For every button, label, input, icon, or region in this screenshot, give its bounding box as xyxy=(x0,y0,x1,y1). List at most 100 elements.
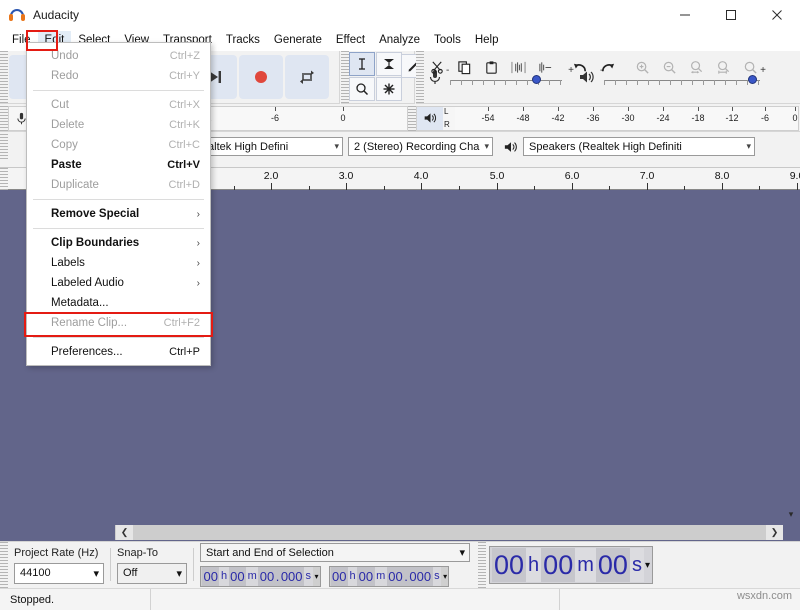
fit-project-button[interactable] xyxy=(710,58,736,82)
chevron-left-icon[interactable]: ❮ xyxy=(116,525,133,540)
position-minutes: 00 xyxy=(541,548,575,582)
zoom-toggle-button[interactable] xyxy=(737,58,763,82)
menu-item-cut[interactable]: Cut Ctrl+X xyxy=(27,95,210,115)
loop-button[interactable] xyxy=(285,55,329,99)
status-message: Stopped. xyxy=(0,594,150,606)
menu-analyze[interactable]: Analyze xyxy=(372,31,427,50)
trim-audio-button[interactable] xyxy=(505,58,531,82)
menu-tools[interactable]: Tools xyxy=(427,31,468,50)
minimize-icon[interactable] xyxy=(662,0,708,30)
menu-item-copy[interactable]: Copy Ctrl+C xyxy=(27,135,210,155)
paste-button[interactable] xyxy=(478,58,504,82)
playback-meter-label-4: -30 xyxy=(621,113,634,123)
selection-toolbar-grip[interactable] xyxy=(0,542,8,589)
selection-mode-select[interactable]: Start and End of Selection ▾ xyxy=(200,543,470,562)
chevron-down-icon: ▾ xyxy=(93,567,99,580)
menu-item-paste[interactable]: Paste Ctrl+V xyxy=(27,155,210,175)
menu-item-labels[interactable]: Labels › xyxy=(27,253,210,273)
menu-item-rename-clip[interactable]: Rename Clip... Ctrl+F2 xyxy=(27,313,210,333)
playback-meter-grip[interactable] xyxy=(408,106,416,131)
horizontal-scrollbar-track[interactable] xyxy=(115,525,783,540)
selection-end-time[interactable]: 00 h 00 m 00 . 000 s ▾ xyxy=(329,566,450,587)
chevron-down-icon[interactable]: ▾ xyxy=(313,572,319,581)
silence-icon xyxy=(537,60,554,80)
menu-generate[interactable]: Generate xyxy=(267,31,329,50)
envelope-tool[interactable] xyxy=(376,52,402,76)
menu-item-delete-shortcut: Ctrl+K xyxy=(169,119,200,131)
maximize-icon[interactable] xyxy=(708,0,754,30)
menu-item-clip-boundaries[interactable]: Clip Boundaries › xyxy=(27,233,210,253)
tools-toolbar-grip[interactable] xyxy=(341,51,349,103)
zoom-in-icon xyxy=(635,60,650,80)
playback-meter-label-9: 0 xyxy=(792,113,797,123)
playback-meter[interactable]: L R -54 -48 -42 -36 -30 -24 -18 -12 -6 0 xyxy=(416,106,799,131)
chevron-right-icon[interactable]: ❯ xyxy=(766,525,783,540)
menu-item-metadata-label: Metadata... xyxy=(51,297,109,309)
menu-tracks[interactable]: Tracks xyxy=(219,31,267,50)
playback-meter-channels: L R xyxy=(443,107,455,130)
menu-item-paste-shortcut: Ctrl+V xyxy=(167,159,200,171)
menu-item-rename-clip-label: Rename Clip... xyxy=(51,317,127,329)
menu-item-duplicate[interactable]: Duplicate Ctrl+D xyxy=(27,175,210,195)
snap-to-select[interactable]: Off ▾ xyxy=(117,563,187,584)
ruler-label-7: 7.0 xyxy=(640,170,655,182)
ruler-grip[interactable] xyxy=(0,168,8,190)
project-rate-label: Project Rate (Hz) xyxy=(14,547,104,559)
chevron-down-icon[interactable]: ▾ xyxy=(644,560,650,571)
menu-item-undo[interactable]: Undo Ctrl+Z xyxy=(27,46,210,66)
menu-item-clip-boundaries-label: Clip Boundaries xyxy=(51,237,139,249)
recording-device-select[interactable]: Realtek High Defini ▾ xyxy=(188,137,343,156)
horizontal-scrollbar[interactable]: ❮ ❯ xyxy=(0,523,800,541)
cut-button[interactable] xyxy=(424,58,450,82)
menu-item-copy-shortcut: Ctrl+C xyxy=(169,139,200,151)
redo-button[interactable] xyxy=(594,58,620,82)
menu-item-redo[interactable]: Redo Ctrl+Y xyxy=(27,66,210,86)
zoom-in-button[interactable] xyxy=(629,58,655,82)
fit-selection-button[interactable] xyxy=(683,58,709,82)
menu-item-redo-shortcut: Ctrl+Y xyxy=(169,70,200,82)
chevron-right-icon: › xyxy=(197,209,200,220)
status-bar: Stopped. xyxy=(0,588,800,610)
copy-icon xyxy=(457,60,472,80)
playback-device-select[interactable]: Speakers (Realtek High Definiti ▾ xyxy=(523,137,755,156)
menu-item-metadata[interactable]: Metadata... xyxy=(27,293,210,313)
menu-item-labeled-audio[interactable]: Labeled Audio › xyxy=(27,273,210,293)
time-toolbar-grip[interactable] xyxy=(478,542,486,589)
silence-audio-button[interactable] xyxy=(532,58,558,82)
menu-item-undo-shortcut: Ctrl+Z xyxy=(170,50,200,62)
menu-help[interactable]: Help xyxy=(468,31,506,50)
copy-button[interactable] xyxy=(451,58,477,82)
record-button[interactable] xyxy=(239,55,283,99)
menu-item-remove-special[interactable]: Remove Special › xyxy=(27,204,210,224)
audio-position-time[interactable]: 00 h 00 m 00 s ▾ xyxy=(489,546,653,584)
start-seconds: 00 xyxy=(258,567,275,586)
menu-item-delete[interactable]: Delete Ctrl+K xyxy=(27,115,210,135)
selection-tool[interactable] xyxy=(349,52,375,76)
recording-channels-select[interactable]: 2 (Stereo) Recording Chann ▾ xyxy=(348,137,493,156)
playback-device-value: Speakers (Realtek High Definiti xyxy=(529,141,682,153)
playback-meter-label-6: -18 xyxy=(691,113,704,123)
multi-tool[interactable] xyxy=(376,77,402,101)
zoom-out-button[interactable] xyxy=(656,58,682,82)
menu-item-duplicate-shortcut: Ctrl+D xyxy=(169,179,200,191)
mixer-toolbar-grip[interactable] xyxy=(416,51,424,103)
tools-toolbar xyxy=(341,51,415,104)
menu-effect[interactable]: Effect xyxy=(329,31,372,50)
menu-item-redo-label: Redo xyxy=(51,70,79,82)
chevron-down-icon[interactable]: ▾ xyxy=(441,572,447,581)
position-seconds-unit: s xyxy=(630,548,644,582)
menu-item-duplicate-label: Duplicate xyxy=(51,179,99,191)
zoom-tool[interactable] xyxy=(349,77,375,101)
chevron-down-icon[interactable]: ▾ xyxy=(783,506,799,522)
menu-item-preferences[interactable]: Preferences... Ctrl+P xyxy=(27,342,210,362)
project-rate-block: Project Rate (Hz) 44100 ▾ xyxy=(14,542,104,588)
close-icon[interactable] xyxy=(754,0,800,30)
selection-start-time[interactable]: 00 h 00 m 00 . 000 s ▾ xyxy=(200,566,321,587)
playback-channel-r: R xyxy=(444,120,455,130)
project-rate-select[interactable]: 44100 ▾ xyxy=(14,563,104,584)
undo-button[interactable] xyxy=(567,58,593,82)
snap-to-value: Off xyxy=(123,567,137,579)
playback-meter-label-1: -48 xyxy=(516,113,529,123)
menu-separator xyxy=(33,90,204,91)
fit-project-icon xyxy=(716,60,731,80)
